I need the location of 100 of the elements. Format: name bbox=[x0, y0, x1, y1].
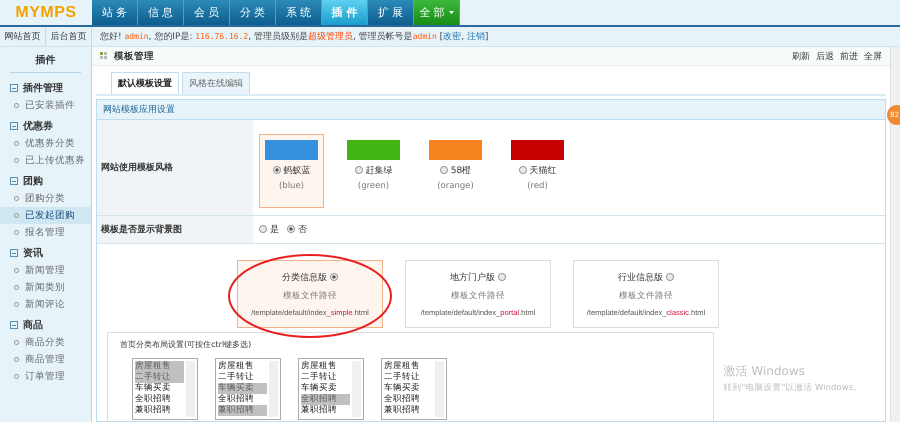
style-radio[interactable]: 蚂蚁蓝 bbox=[272, 164, 310, 177]
toolbar-link[interactable]: 后退 bbox=[816, 50, 834, 62]
nav-tab[interactable]: 系 统 bbox=[276, 0, 322, 25]
tab[interactable]: 风格在线编辑 bbox=[182, 72, 250, 94]
admin-info-text: 您好! admin, 您的IP是: 116.76.16.2, 管理员级别是超级管理员, 管理员帐号是admin [改密, 注销] bbox=[99, 29, 488, 45]
sidebar-item[interactable]: 商品分类 bbox=[0, 334, 91, 351]
scrollbar[interactable] bbox=[269, 360, 278, 417]
link[interactable]: 注销 bbox=[466, 30, 485, 43]
template-caption: 模板文件路径 bbox=[619, 290, 673, 302]
list-option[interactable]: 二手转让 bbox=[218, 372, 267, 383]
style-code: (orange) bbox=[437, 180, 474, 191]
sidebar-group[interactable]: 资讯 bbox=[0, 244, 91, 262]
style-code: (blue) bbox=[278, 180, 304, 191]
activation-hint: 转到"电脑设置"以激活 Windows。 bbox=[724, 382, 862, 394]
nav-tab[interactable]: 分 类 bbox=[230, 0, 276, 25]
sidebar-group[interactable]: 插件管理 bbox=[0, 79, 91, 97]
link[interactable]: 改密 bbox=[443, 30, 462, 43]
row-label: 网站使用模板风格 bbox=[97, 120, 253, 215]
nav-tab[interactable]: 信 息 bbox=[138, 0, 184, 25]
scrollbar[interactable] bbox=[186, 360, 195, 417]
toolbar-link[interactable]: 刷新 bbox=[792, 50, 810, 62]
bullet-icon bbox=[14, 196, 19, 201]
bullet-icon bbox=[14, 285, 19, 290]
sidebar-item[interactable]: 新闻管理 bbox=[0, 262, 91, 279]
style-radio[interactable]: 天猫红 bbox=[518, 164, 556, 177]
sidebar-item[interactable]: 优惠券分类 bbox=[0, 135, 91, 152]
quick-link[interactable]: 网站首页 bbox=[0, 27, 46, 46]
bullet-icon bbox=[14, 141, 19, 146]
sidebar-item[interactable]: 报名管理 bbox=[0, 224, 91, 241]
list-option[interactable]: 车辆买卖 bbox=[301, 382, 350, 394]
list-option[interactable]: 兼职招聘 bbox=[218, 404, 267, 416]
sidebar-item[interactable]: 订单管理 bbox=[0, 368, 91, 385]
sidebar-item[interactable]: 已发起团购 bbox=[0, 207, 91, 224]
sidebar-title: 插件 bbox=[10, 53, 81, 73]
toolbar-link[interactable]: 全屏 bbox=[864, 50, 882, 62]
sidebar-item[interactable]: 已安装插件 bbox=[0, 97, 91, 114]
list-option[interactable]: 二手转让 bbox=[301, 372, 350, 383]
list-option[interactable]: 兼职招聘 bbox=[135, 404, 184, 416]
category-listbox[interactable]: 房屋租售 二手转让 车辆买卖 全职招聘 兼职招聘 bbox=[381, 358, 447, 420]
template-radio[interactable]: 地方门户版 bbox=[450, 270, 506, 284]
list-option[interactable]: 兼职招聘 bbox=[301, 404, 350, 416]
style-option[interactable]: 58橙 (orange) bbox=[423, 134, 488, 208]
bullet-icon bbox=[14, 302, 19, 307]
scrollbar[interactable] bbox=[352, 360, 361, 417]
bullet-icon bbox=[14, 103, 19, 108]
template-radio[interactable]: 行业信息版 bbox=[618, 270, 674, 284]
sidebar-item[interactable]: 新闻类别 bbox=[0, 279, 91, 296]
sidebar-item[interactable]: 新闻评论 bbox=[0, 296, 91, 313]
page-title: 模板管理 bbox=[114, 50, 154, 62]
logo: MYMPS bbox=[14, 2, 78, 22]
style-radio[interactable]: 赶集绿 bbox=[354, 164, 392, 177]
background-radio[interactable]: 是 bbox=[259, 222, 279, 236]
list-option[interactable]: 全职招聘 bbox=[384, 394, 433, 405]
style-option[interactable]: 赶集绿 (green) bbox=[341, 134, 406, 208]
sidebar-group[interactable]: 优惠券 bbox=[0, 117, 91, 135]
style-code: (red) bbox=[527, 180, 548, 191]
caret-icon bbox=[448, 11, 454, 14]
list-option[interactable]: 房屋租售 bbox=[135, 360, 184, 372]
bullet-icon bbox=[14, 158, 19, 163]
sidebar-item[interactable]: 团购分类 bbox=[0, 190, 91, 207]
list-option[interactable]: 房屋租售 bbox=[384, 360, 433, 372]
quick-link[interactable]: 后台首页 bbox=[46, 27, 92, 46]
sidebar-item[interactable]: 已上传优惠券 bbox=[0, 152, 91, 169]
style-code: (green) bbox=[358, 180, 390, 191]
sidebar-item[interactable]: 商品管理 bbox=[0, 351, 91, 368]
template-radio[interactable]: 分类信息版 bbox=[282, 270, 338, 284]
category-listbox[interactable]: 房屋租售 二手转让 车辆买卖 全职招聘 兼职招聘 bbox=[215, 358, 281, 420]
template-caption: 模板文件路径 bbox=[451, 290, 505, 302]
category-listbox[interactable]: 房屋租售 二手转让 车辆买卖 全职招聘 兼职招聘 bbox=[298, 358, 364, 420]
list-option[interactable]: 全职招聘 bbox=[135, 394, 184, 405]
list-option[interactable]: 全职招聘 bbox=[301, 394, 350, 405]
bullet-icon bbox=[14, 340, 19, 345]
style-option[interactable]: 天猫红 (red) bbox=[505, 134, 570, 208]
nav-tab[interactable]: 会 员 bbox=[184, 0, 230, 25]
sidebar-group[interactable]: 团购 bbox=[0, 172, 91, 190]
background-radio[interactable]: 否 bbox=[287, 222, 307, 236]
list-option[interactable]: 车辆买卖 bbox=[384, 382, 433, 394]
nav-tab[interactable]: 扩 展 bbox=[368, 0, 414, 25]
category-listbox[interactable]: 房屋租售 二手转让 车辆买卖 全职招聘 兼职招聘 bbox=[132, 358, 198, 420]
scrollbar[interactable] bbox=[435, 360, 444, 417]
style-radio[interactable]: 58橙 bbox=[440, 164, 472, 177]
list-option[interactable]: 二手转让 bbox=[135, 372, 184, 383]
list-option[interactable]: 房屋租售 bbox=[301, 360, 350, 372]
list-option[interactable]: 车辆买卖 bbox=[218, 382, 267, 394]
nav-tab[interactable]: 站 务 bbox=[92, 0, 138, 25]
scrollbar[interactable] bbox=[890, 47, 900, 422]
list-option[interactable]: 二手转让 bbox=[384, 372, 433, 383]
grid-icon bbox=[100, 52, 108, 60]
sidebar-group[interactable]: 商品 bbox=[0, 316, 91, 334]
list-option[interactable]: 房屋租售 bbox=[218, 360, 267, 372]
toolbar-link[interactable]: 前进 bbox=[840, 50, 858, 62]
style-option[interactable]: 蚂蚁蓝 (blue) bbox=[259, 134, 324, 208]
bullet-icon bbox=[14, 374, 19, 379]
list-option[interactable]: 车辆买卖 bbox=[135, 382, 184, 394]
tab[interactable]: 默认模板设置 bbox=[111, 72, 179, 94]
list-option[interactable]: 兼职招聘 bbox=[384, 404, 433, 416]
list-option[interactable]: 全职招聘 bbox=[218, 394, 267, 405]
bullet-icon bbox=[14, 268, 19, 273]
layout-title: 首页分类布局设置(可按住ctrl键多选) bbox=[120, 338, 252, 350]
bullet-icon bbox=[14, 213, 19, 218]
